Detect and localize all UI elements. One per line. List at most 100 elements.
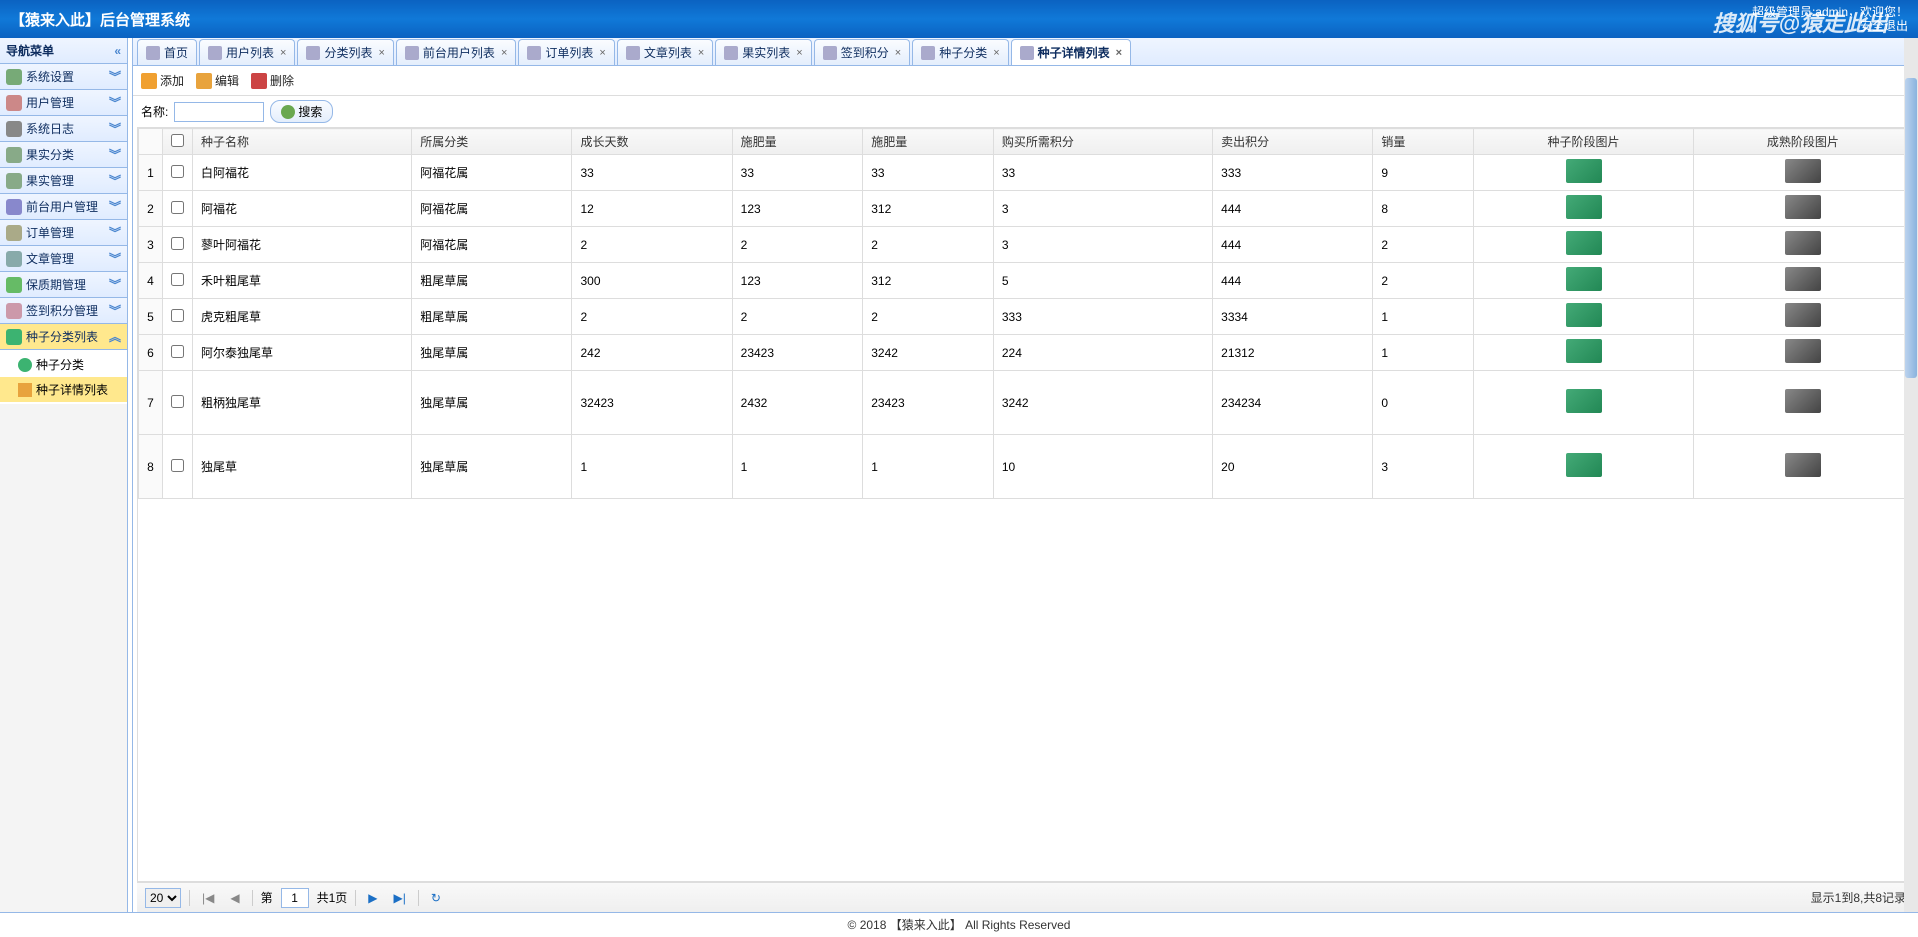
table-row[interactable]: 1白阿福花阿福花属333333333339 <box>139 155 1913 191</box>
table-row[interactable]: 5虎克粗尾草粗尾草属22233333341 <box>139 299 1913 335</box>
tab[interactable]: 用户列表× <box>199 39 295 65</box>
cell: 300 <box>572 263 732 299</box>
collapse-icon[interactable]: « <box>114 44 121 58</box>
tab[interactable]: 分类列表× <box>297 39 393 65</box>
next-page-button[interactable]: ▶ <box>364 891 381 905</box>
table-row[interactable]: 6阿尔泰独尾草独尾草属242234233242224213121 <box>139 335 1913 371</box>
sidebar-item-active[interactable]: 种子分类列表 ︽ <box>0 324 127 350</box>
col-rownum <box>139 129 163 155</box>
sidebar-item[interactable]: 系统设置︾ <box>0 64 127 90</box>
cell: 123 <box>732 263 863 299</box>
table-row[interactable]: 7粗柄独尾草独尾草属3242324322342332422342340 <box>139 371 1913 435</box>
tab[interactable]: 首页 <box>137 39 197 65</box>
row-check[interactable] <box>171 201 184 214</box>
sidebar-item[interactable]: 文章管理︾ <box>0 246 127 272</box>
table-row[interactable]: 3蓼叶阿福花阿福花属22234442 <box>139 227 1913 263</box>
cell: 2 <box>1373 263 1474 299</box>
cell: 5 <box>993 263 1212 299</box>
cell: 3 <box>1373 435 1474 499</box>
sidebar-item[interactable]: 签到积分管理︾ <box>0 298 127 324</box>
row-check[interactable] <box>171 273 184 286</box>
close-icon[interactable]: × <box>1116 47 1122 59</box>
col-header[interactable]: 种子名称 <box>193 129 412 155</box>
close-icon[interactable]: × <box>993 47 999 59</box>
edit-button[interactable]: 编辑 <box>196 72 239 89</box>
cell-img1 <box>1474 263 1693 299</box>
last-page-button[interactable]: ▶| <box>390 891 410 905</box>
sidebar-item[interactable]: 果实管理︾ <box>0 168 127 194</box>
sidebar-item[interactable]: 保质期管理︾ <box>0 272 127 298</box>
row-check[interactable] <box>171 309 184 322</box>
tab[interactable]: 签到积分× <box>814 39 910 65</box>
cell: 312 <box>863 263 994 299</box>
prev-page-button[interactable]: ◀ <box>226 891 243 905</box>
tab[interactable]: 种子分类× <box>912 39 1008 65</box>
delete-icon <box>251 73 267 89</box>
logout-link[interactable]: 安全退出 <box>1860 19 1908 33</box>
first-page-button[interactable]: |◀ <box>198 891 218 905</box>
table-row[interactable]: 4禾叶粗尾草粗尾草属30012331254442 <box>139 263 1913 299</box>
cell: 粗尾草属 <box>412 299 572 335</box>
thumbnail-icon <box>1566 339 1602 363</box>
sidebar-item[interactable]: 用户管理︾ <box>0 90 127 116</box>
chevron-down-icon: ︾ <box>109 146 121 163</box>
page-size-select[interactable]: 20 <box>145 888 181 908</box>
add-button[interactable]: 添加 <box>141 72 184 89</box>
tab[interactable]: 文章列表× <box>617 39 713 65</box>
col-header[interactable]: 成长天数 <box>572 129 732 155</box>
chevron-down-icon: ︾ <box>109 250 121 267</box>
tab[interactable]: 订单列表× <box>518 39 614 65</box>
table-row[interactable]: 2阿福花阿福花属1212331234448 <box>139 191 1913 227</box>
close-icon[interactable]: × <box>895 47 901 59</box>
doc-icon <box>18 383 32 397</box>
col-header[interactable]: 所属分类 <box>412 129 572 155</box>
table-row[interactable]: 8独尾草独尾草属11110203 <box>139 435 1913 499</box>
sidebar-item[interactable]: 系统日志︾ <box>0 116 127 142</box>
tab[interactable]: 前台用户列表× <box>396 39 516 65</box>
row-check[interactable] <box>171 395 184 408</box>
scrollbar-thumb[interactable] <box>1905 78 1917 378</box>
col-header[interactable]: 成熟阶段图片 <box>1693 129 1912 155</box>
col-header[interactable]: 施肥量 <box>863 129 994 155</box>
sidebar-item[interactable]: 订单管理︾ <box>0 220 127 246</box>
check-all[interactable] <box>171 134 184 147</box>
row-check[interactable] <box>171 237 184 250</box>
cell-img1 <box>1474 335 1693 371</box>
tab[interactable]: 种子详情列表× <box>1011 39 1131 65</box>
cell-img2 <box>1693 435 1912 499</box>
col-header[interactable]: 施肥量 <box>732 129 863 155</box>
tab-icon <box>724 46 738 60</box>
close-icon[interactable]: × <box>796 47 802 59</box>
refresh-button[interactable]: ↻ <box>427 891 445 905</box>
delete-button[interactable]: 删除 <box>251 72 294 89</box>
cell: 独尾草属 <box>412 371 572 435</box>
sidebar-item[interactable]: 果实分类︾ <box>0 142 127 168</box>
sidebar-sub-seed-detail[interactable]: 种子详情列表 <box>0 377 127 402</box>
close-icon[interactable]: × <box>501 47 507 59</box>
col-header[interactable]: 卖出积分 <box>1213 129 1373 155</box>
cell: 312 <box>863 191 994 227</box>
chevron-down-icon: ︾ <box>109 120 121 137</box>
tab[interactable]: 果实列表× <box>715 39 811 65</box>
col-header[interactable]: 购买所需积分 <box>993 129 1212 155</box>
page-input[interactable] <box>281 888 309 908</box>
row-check[interactable] <box>171 459 184 472</box>
close-icon[interactable]: × <box>698 47 704 59</box>
search-button[interactable]: 搜索 <box>270 100 333 123</box>
row-check[interactable] <box>171 165 184 178</box>
cell-img2 <box>1693 299 1912 335</box>
col-header[interactable]: 销量 <box>1373 129 1474 155</box>
close-icon[interactable]: × <box>599 47 605 59</box>
close-icon[interactable]: × <box>280 47 286 59</box>
menu-icon <box>6 95 22 111</box>
thumbnail-icon <box>1566 303 1602 327</box>
sidebar-item[interactable]: 前台用户管理︾ <box>0 194 127 220</box>
search-input[interactable] <box>174 102 264 122</box>
row-check[interactable] <box>171 345 184 358</box>
header-user: 超级管理员:admin，欢迎您！ 安全退出 <box>1752 5 1908 33</box>
col-header[interactable]: 种子阶段图片 <box>1474 129 1693 155</box>
cell: 1 <box>732 435 863 499</box>
close-icon[interactable]: × <box>378 47 384 59</box>
scrollbar-track[interactable] <box>1904 38 1918 912</box>
sidebar-sub-seed-category[interactable]: 种子分类 <box>0 352 127 377</box>
